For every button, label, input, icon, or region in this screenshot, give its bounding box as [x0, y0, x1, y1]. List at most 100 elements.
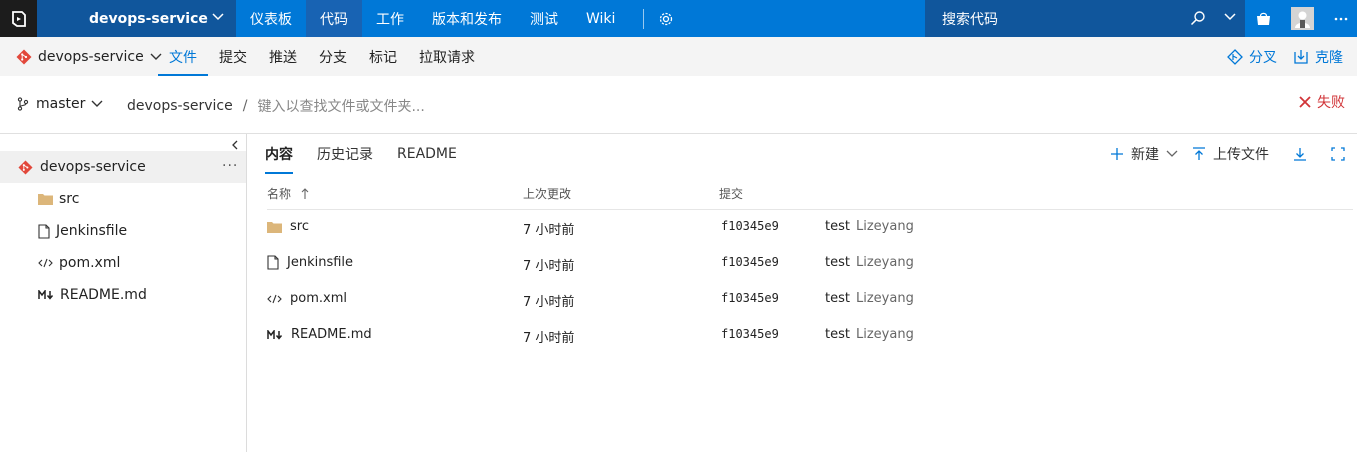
commit-id[interactable]: f10345e9 [721, 327, 779, 341]
search-icon[interactable] [1190, 10, 1206, 26]
folder-icon [267, 221, 282, 233]
file-icon [38, 223, 50, 239]
code-hub-subnav: devops-service 文件 提交 推送 分支 标记 拉取请求 分叉 克隆 [0, 37, 1357, 76]
more-icon[interactable] [1334, 17, 1348, 21]
user-avatar[interactable] [1291, 7, 1314, 30]
commit-author: Lizeyang [856, 255, 914, 270]
table-row[interactable]: src 7 小时前 f10345e9 test Lizeyang [267, 210, 1353, 246]
branch-selector[interactable]: master [16, 96, 103, 112]
repo-selector[interactable]: devops-service [16, 37, 162, 76]
column-header-commit[interactable]: 提交 [719, 185, 743, 202]
column-header-name[interactable]: 名称 [267, 185, 309, 202]
column-header-label: 名称 [267, 187, 292, 201]
tree-item-pom-xml[interactable]: pom.xml [38, 252, 120, 274]
table-row[interactable]: pom.xml 7 小时前 f10345e9 test Lizeyang [267, 282, 1353, 318]
commit-id[interactable]: f10345e9 [721, 219, 779, 233]
tab-readme[interactable]: README [397, 134, 457, 174]
tree-root-item[interactable]: devops-service ··· [0, 151, 246, 183]
tab-contents[interactable]: 内容 [265, 134, 293, 174]
file-name[interactable]: README.md [291, 327, 372, 342]
marketplace-bag-icon[interactable] [1256, 12, 1271, 26]
tab-files[interactable]: 文件 [158, 37, 208, 76]
tab-pull-requests[interactable]: 拉取请求 [408, 37, 486, 76]
tree-item-label: Jenkinsfile [56, 223, 128, 239]
build-status-failed[interactable]: 失败 [1299, 92, 1345, 112]
commit-author: Lizeyang [856, 219, 914, 234]
nav-work[interactable]: 工作 [362, 0, 418, 37]
tab-commits[interactable]: 提交 [208, 37, 258, 76]
sort-ascending-arrow-icon [301, 187, 309, 199]
clone-icon [1294, 49, 1308, 64]
chevron-down-icon [212, 13, 224, 21]
code-file-icon [38, 258, 53, 268]
last-change: 7 小时前 [523, 259, 575, 274]
tab-tags[interactable]: 标记 [358, 37, 408, 76]
close-icon [1299, 96, 1311, 108]
file-name[interactable]: src [290, 219, 309, 234]
file-name[interactable]: Jenkinsfile [287, 255, 353, 270]
repo-name: devops-service [38, 48, 144, 65]
tab-pushes[interactable]: 推送 [258, 37, 308, 76]
collapse-panel-chevron-left-icon[interactable] [231, 140, 239, 150]
tree-item-label: README.md [60, 287, 147, 303]
new-button[interactable]: 新建 [1110, 144, 1178, 164]
commit-message: test [825, 327, 850, 342]
commit-author: Lizeyang [856, 291, 914, 306]
folder-icon [38, 194, 53, 205]
tree-item-label: pom.xml [59, 255, 121, 271]
fullscreen-icon[interactable] [1331, 147, 1345, 161]
commit-id[interactable]: f10345e9 [721, 255, 779, 269]
markdown-icon [38, 290, 54, 300]
chevron-down-icon [1166, 150, 1178, 157]
file-tree-panel: devops-service ··· src Jenkinsfile pom.x… [0, 134, 247, 452]
last-change: 7 小时前 [523, 223, 575, 238]
upload-files-button[interactable]: 上传文件 [1192, 144, 1269, 164]
nav-code[interactable]: 代码 [306, 0, 362, 37]
tree-root-label: devops-service [40, 159, 146, 175]
fork-button[interactable]: 分叉 [1227, 47, 1277, 67]
tree-item-label: src [59, 191, 80, 207]
breadcrumb-separator: / [242, 98, 248, 114]
code-file-icon [267, 294, 282, 303]
more-actions-icon[interactable]: ··· [222, 158, 238, 174]
commit-author: Lizeyang [856, 327, 914, 342]
nav-test[interactable]: 测试 [516, 0, 572, 37]
code-search-box[interactable]: 搜索代码 [925, 0, 1245, 37]
tab-branches[interactable]: 分支 [308, 37, 358, 76]
path-search-input[interactable]: 键入以查找文件或文件夹... [257, 96, 424, 116]
search-options-chevron-icon[interactable] [1224, 13, 1236, 21]
tree-item-jenkinsfile[interactable]: Jenkinsfile [38, 220, 127, 242]
vsts-logo-icon[interactable] [0, 0, 37, 37]
table-row[interactable]: README.md 7 小时前 f10345e9 test Lizeyang [267, 318, 1353, 354]
breadcrumb-repo[interactable]: devops-service [127, 98, 233, 114]
project-selector[interactable]: devops-service [37, 0, 236, 37]
branch-icon [17, 97, 29, 111]
plus-icon [1111, 148, 1123, 160]
chevron-down-icon [91, 100, 103, 107]
tree-item-src[interactable]: src [38, 188, 79, 210]
nav-build-release[interactable]: 版本和发布 [418, 0, 516, 37]
branch-name: master [36, 96, 86, 112]
build-status-label: 失败 [1317, 95, 1345, 111]
nav-divider [643, 8, 645, 29]
commit-id[interactable]: f10345e9 [721, 291, 779, 305]
download-icon[interactable] [1293, 147, 1307, 161]
nav-dashboard[interactable]: 仪表板 [236, 0, 306, 37]
upload-icon [1193, 147, 1205, 160]
tab-history[interactable]: 历史记录 [317, 134, 373, 174]
table-row[interactable]: Jenkinsfile 7 小时前 f10345e9 test Lizeyang [267, 246, 1353, 282]
project-name: devops-service [89, 10, 208, 27]
clone-label: 克隆 [1315, 49, 1343, 66]
last-change: 7 小时前 [523, 331, 575, 346]
files-content: 内容 历史记录 README 新建 上传文件 名称 上次更改 提交 src 7 … [248, 134, 1357, 452]
commit-message: test [825, 219, 850, 234]
tree-item-readme[interactable]: README.md [38, 284, 147, 306]
clone-button[interactable]: 克隆 [1293, 47, 1343, 67]
nav-wiki[interactable]: Wiki [572, 0, 629, 37]
column-header-last-change[interactable]: 上次更改 [523, 185, 571, 202]
markdown-icon [267, 329, 283, 340]
settings-gear-icon[interactable] [658, 0, 674, 37]
git-repo-icon [18, 159, 33, 175]
commit-message: test [825, 255, 850, 270]
file-name[interactable]: pom.xml [290, 291, 347, 306]
